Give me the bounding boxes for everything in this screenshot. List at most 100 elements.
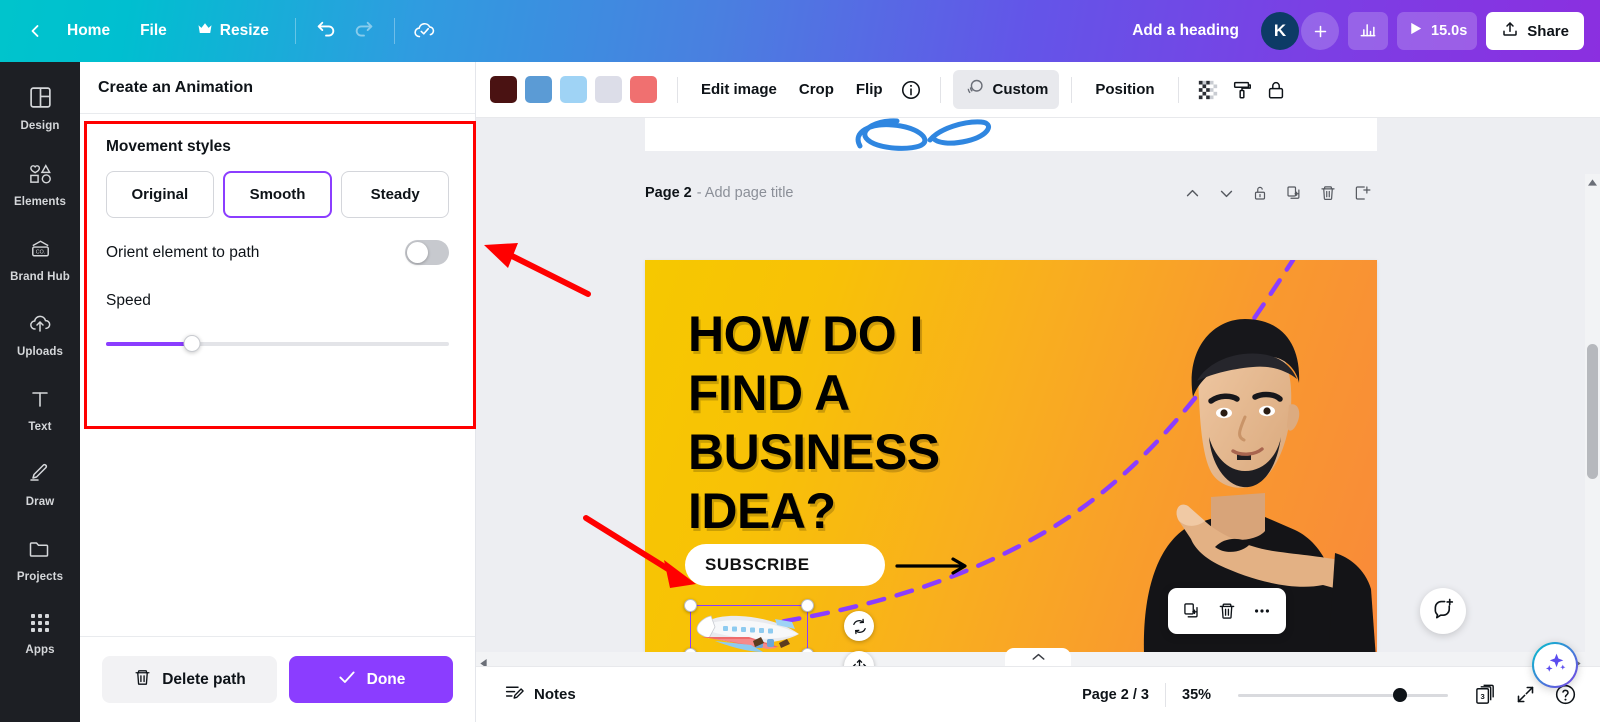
paint-roller-icon[interactable] bbox=[1225, 73, 1259, 107]
zoom-thumb[interactable] bbox=[1392, 687, 1407, 702]
add-collaborator-button[interactable] bbox=[1301, 12, 1339, 50]
color-swatch[interactable] bbox=[595, 76, 622, 103]
position-label: Position bbox=[1095, 81, 1155, 98]
move-page-up-button[interactable] bbox=[1177, 178, 1207, 208]
edit-image-button[interactable]: Edit image bbox=[690, 74, 788, 105]
style-option-smooth[interactable]: Smooth bbox=[222, 171, 333, 218]
upload-cloud-icon bbox=[27, 312, 53, 341]
flip-button[interactable]: Flip bbox=[845, 74, 894, 105]
style-label: Steady bbox=[370, 186, 420, 203]
resize-handle-top-left[interactable] bbox=[684, 599, 697, 612]
color-swatch[interactable] bbox=[525, 76, 552, 103]
insights-button[interactable] bbox=[1348, 12, 1388, 50]
move-page-down-button[interactable] bbox=[1211, 178, 1241, 208]
sidebar-item-elements[interactable]: Elements bbox=[4, 152, 76, 215]
play-duration-button[interactable]: 15.0s bbox=[1397, 12, 1478, 50]
svg-text:3: 3 bbox=[1480, 692, 1484, 701]
sidebar-item-text[interactable]: Text bbox=[4, 378, 76, 440]
file-label: File bbox=[140, 22, 167, 39]
more-options-button[interactable] bbox=[1247, 596, 1277, 626]
style-option-original[interactable]: Original bbox=[106, 171, 214, 218]
rotate-handle[interactable] bbox=[844, 611, 874, 641]
delete-page-button[interactable] bbox=[1313, 178, 1343, 208]
color-swatch[interactable] bbox=[560, 76, 587, 103]
crop-button[interactable]: Crop bbox=[788, 74, 845, 105]
topbar-right-group: Add a heading K 15.0s Share bbox=[1119, 12, 1600, 50]
selection-bounding-box[interactable] bbox=[684, 599, 814, 661]
color-swatch[interactable] bbox=[630, 76, 657, 103]
vertical-scroll-thumb[interactable] bbox=[1587, 344, 1598, 479]
file-menu-item[interactable]: File bbox=[125, 14, 182, 48]
upload-icon bbox=[1501, 20, 1519, 42]
pages-grid-button[interactable]: 3 bbox=[1468, 678, 1502, 712]
cloud-check-icon[interactable] bbox=[406, 12, 444, 50]
divider bbox=[1177, 76, 1179, 103]
zoom-level-label[interactable]: 35% bbox=[1182, 687, 1224, 703]
zoom-slider[interactable] bbox=[1238, 687, 1448, 702]
resize-menu-item[interactable]: Resize bbox=[182, 14, 284, 48]
unlock-icon[interactable] bbox=[1245, 178, 1275, 208]
sidebar-item-design[interactable]: Design bbox=[4, 76, 76, 139]
orient-to-path-toggle[interactable] bbox=[405, 240, 449, 265]
delete-path-button[interactable]: Delete path bbox=[102, 656, 277, 703]
sidebar-item-uploads[interactable]: Uploads bbox=[4, 303, 76, 365]
collapse-panel-tab[interactable] bbox=[1005, 648, 1071, 666]
add-page-button[interactable] bbox=[1347, 178, 1377, 208]
slider-thumb[interactable] bbox=[183, 335, 201, 352]
scroll-up-arrow[interactable] bbox=[1585, 174, 1600, 190]
sidebar-item-brand-hub[interactable]: CO. Brand Hub bbox=[4, 228, 76, 290]
panel-title: Create an Animation bbox=[80, 62, 475, 114]
fullscreen-button[interactable] bbox=[1508, 678, 1542, 712]
style-option-steady[interactable]: Steady bbox=[341, 171, 450, 218]
sidebar-item-label: Draw bbox=[25, 496, 55, 508]
color-swatch[interactable] bbox=[490, 76, 517, 103]
sidebar-item-draw[interactable]: Draw bbox=[4, 453, 76, 515]
resize-handle-top-right[interactable] bbox=[801, 599, 814, 612]
custom-animation-button[interactable]: Custom bbox=[952, 70, 1060, 109]
position-button[interactable]: Position bbox=[1084, 74, 1165, 105]
sidebar-item-label: Brand Hub bbox=[10, 271, 70, 283]
transparency-icon[interactable] bbox=[1191, 73, 1225, 107]
sidebar-item-label: Text bbox=[28, 421, 52, 433]
magic-studio-button[interactable] bbox=[1532, 642, 1578, 688]
undo-button[interactable] bbox=[307, 12, 345, 50]
duplicate-page-button[interactable] bbox=[1279, 178, 1309, 208]
topbar-left-group: Home File Resize bbox=[0, 12, 444, 50]
arrow-right-icon[interactable] bbox=[895, 556, 973, 581]
home-menu-item[interactable]: Home bbox=[52, 14, 125, 48]
info-icon[interactable] bbox=[894, 73, 928, 107]
delete-element-button[interactable] bbox=[1212, 596, 1242, 626]
editor-area: Edit image Crop Flip Custom Position Pag… bbox=[476, 62, 1600, 722]
add-heading-button[interactable]: Add a heading bbox=[1119, 14, 1252, 48]
previous-page-bottom[interactable] bbox=[645, 118, 1377, 151]
sidebar-item-projects[interactable]: Projects bbox=[4, 528, 76, 590]
share-button[interactable]: Share bbox=[1486, 12, 1584, 50]
sidebar-item-label: Design bbox=[20, 120, 60, 132]
bar-chart-icon bbox=[1358, 19, 1378, 44]
canvas-vertical-scrollbar[interactable] bbox=[1585, 174, 1600, 666]
panel-footer: Delete path Done bbox=[80, 636, 475, 722]
lock-icon[interactable] bbox=[1259, 73, 1293, 107]
grid-apps-icon bbox=[29, 612, 51, 639]
avatar[interactable]: K bbox=[1261, 12, 1299, 50]
add-heading-label: Add a heading bbox=[1132, 22, 1239, 39]
scroll-left-arrow[interactable] bbox=[480, 655, 487, 666]
done-button[interactable]: Done bbox=[289, 656, 453, 703]
duplicate-element-button[interactable] bbox=[1177, 596, 1207, 626]
sidebar-item-apps[interactable]: Apps bbox=[4, 603, 76, 663]
notes-button[interactable]: Notes bbox=[494, 675, 586, 714]
orient-to-path-label: Orient element to path bbox=[106, 243, 260, 261]
notes-label: Notes bbox=[534, 686, 576, 703]
design-headline[interactable]: HOW DO I FIND A BUSINESS IDEA? bbox=[688, 305, 1008, 541]
speed-slider[interactable] bbox=[106, 335, 449, 352]
page-title-placeholder[interactable]: - Add page title bbox=[697, 185, 794, 201]
canvas-scroll-area[interactable]: Page 2 - Add page title HOW DO I FIND A … bbox=[476, 118, 1600, 666]
subscribe-label: SUBSCRIBE bbox=[705, 555, 810, 574]
shapes-icon bbox=[27, 161, 54, 191]
done-label: Done bbox=[366, 670, 406, 688]
subscribe-button-element[interactable]: SUBSCRIBE bbox=[685, 544, 885, 586]
back-button[interactable] bbox=[18, 14, 52, 48]
redo-button[interactable] bbox=[345, 12, 383, 50]
animate-icon bbox=[964, 77, 985, 102]
add-comment-button[interactable] bbox=[1420, 588, 1466, 634]
